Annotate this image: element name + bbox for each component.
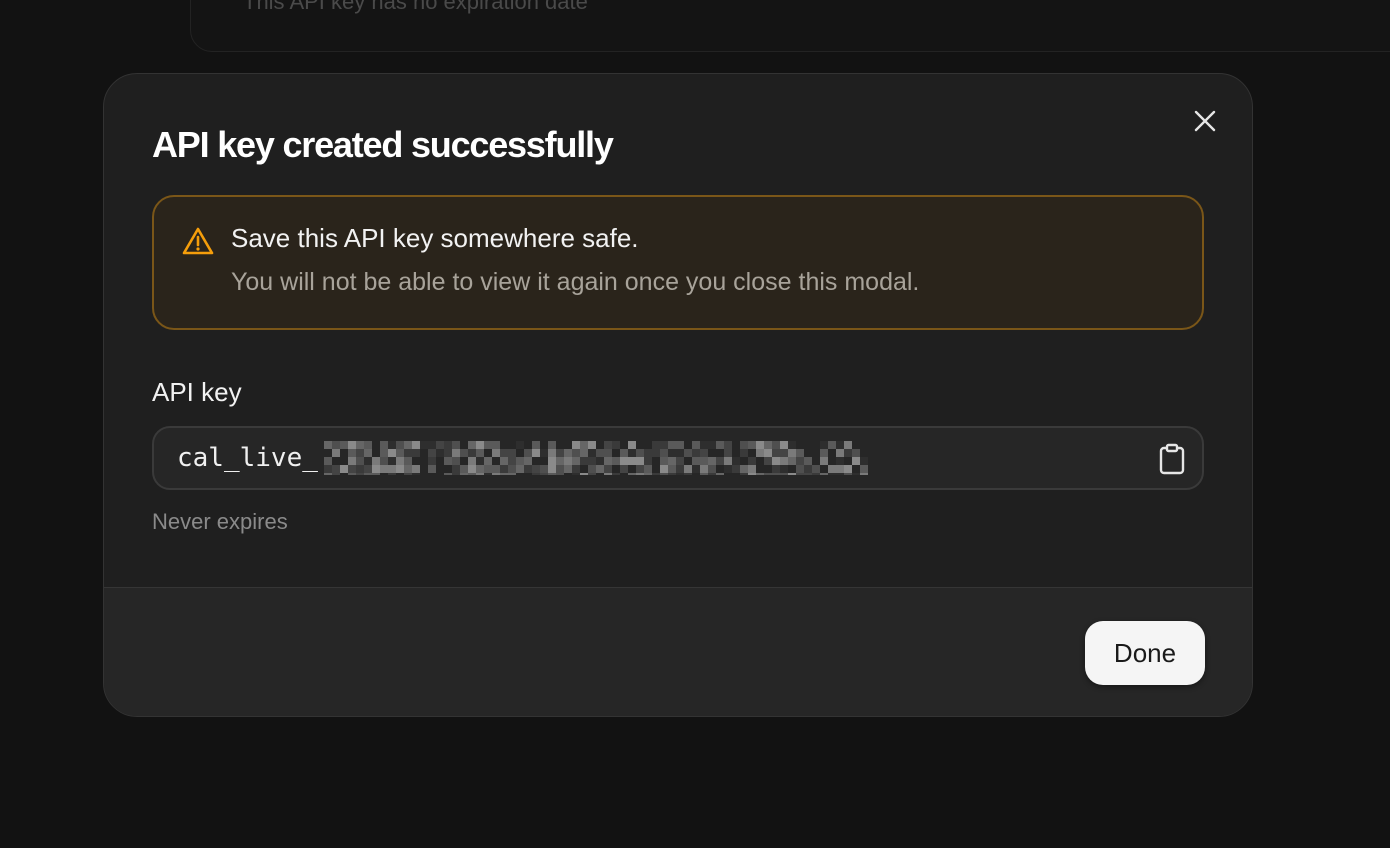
- api-key-label: API key: [152, 377, 242, 407]
- dialog-footer: Done: [104, 587, 1252, 716]
- copy-api-key-button[interactable]: [1156, 442, 1188, 476]
- api-key-value[interactable]: cal_live_: [177, 443, 318, 473]
- close-icon: [1194, 110, 1216, 132]
- api-key-created-dialog: API key created successfully Save this A…: [103, 73, 1253, 717]
- background-card: This API key has no expiration date: [190, 0, 1390, 52]
- clipboard-icon: [1159, 443, 1185, 475]
- warning-triangle-icon: [182, 227, 214, 255]
- dialog-title: API key created successfully: [152, 124, 614, 165]
- warning-alert: Save this API key somewhere safe. You wi…: [152, 195, 1204, 330]
- redacted-key-pixelation: [324, 441, 868, 475]
- background-card-text: This API key has no expiration date: [243, 0, 588, 14]
- warning-title: Save this API key somewhere safe.: [231, 223, 639, 253]
- close-button[interactable]: [1188, 104, 1222, 138]
- expiry-text: Never expires: [152, 509, 288, 534]
- done-button[interactable]: Done: [1085, 621, 1205, 685]
- api-key-field[interactable]: cal_live_: [152, 426, 1204, 490]
- warning-text: You will not be able to view it again on…: [231, 268, 920, 296]
